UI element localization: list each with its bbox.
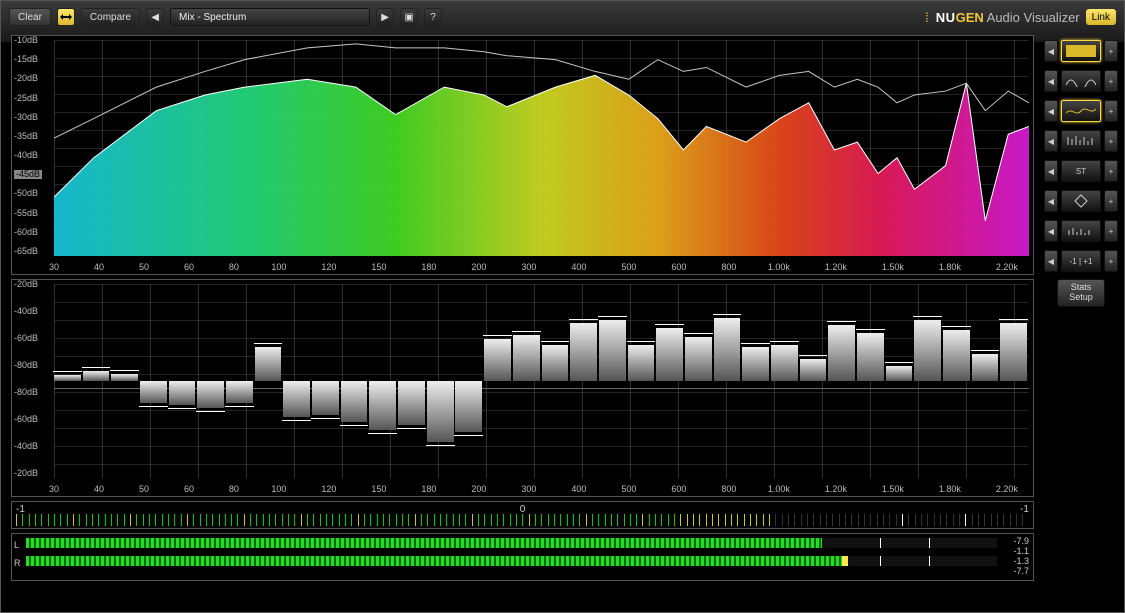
row7-left-button[interactable]: ◀ xyxy=(1044,220,1058,242)
clear-button[interactable]: Clear xyxy=(9,8,51,26)
row7-right-button[interactable]: + xyxy=(1104,220,1118,242)
compare-button[interactable]: Compare xyxy=(81,8,140,26)
meter-r-label: R xyxy=(14,558,21,568)
meter-panel[interactable]: L R -7.9 -1.1 -1.3 -7.7 xyxy=(11,533,1034,581)
play-icon: ▶ xyxy=(381,12,389,23)
view-button[interactable]: ▣ xyxy=(400,8,418,26)
view-row-2: ◀ + xyxy=(1044,69,1118,93)
row7-display[interactable] xyxy=(1061,220,1101,242)
row4-left-button[interactable]: ◀ xyxy=(1044,130,1058,152)
row3-right-button[interactable]: + xyxy=(1104,100,1118,122)
preset-display[interactable]: Mix - Spectrum xyxy=(170,8,370,26)
spectrum-panel[interactable]: -10dB-15dB-20dB-25dB-30dB-35dB-40dB-45dB… xyxy=(11,35,1034,275)
row5-right-button[interactable]: + xyxy=(1104,160,1118,182)
view-row-3: ◀ + xyxy=(1044,99,1118,123)
view-row-5: ◀ ST + xyxy=(1044,159,1118,183)
correlation-scale: -1 0 -1 xyxy=(16,504,1029,514)
correlation-panel[interactable]: -1 0 -1 xyxy=(11,501,1034,529)
preset-prev-button[interactable]: ◀ xyxy=(146,8,164,26)
stats-setup-button[interactable]: Stats Setup xyxy=(1057,279,1105,307)
toolbar: Clear Compare ◀ Mix - Spectrum ▶ ▣ ? ⁞ N… xyxy=(1,1,1124,33)
view-row-6: ◀ + xyxy=(1044,189,1118,213)
meter-l-rms: -1.1 xyxy=(1013,546,1029,556)
help-button[interactable]: ? xyxy=(424,8,442,26)
correlation-ticks xyxy=(16,514,1029,526)
row1-right-button[interactable]: + xyxy=(1104,40,1118,62)
row6-display[interactable] xyxy=(1061,190,1101,212)
view-controls: ◀ + ◀ + ◀ + ◀ + ◀ ST + xyxy=(1044,33,1124,612)
ab-toggle-button[interactable] xyxy=(57,8,75,26)
grid-icon: ▣ xyxy=(404,12,413,23)
spectrum-x-axis: 3040506080100120150180200300400500600800… xyxy=(54,262,1029,272)
row4-right-button[interactable]: + xyxy=(1104,130,1118,152)
link-button[interactable]: Link xyxy=(1086,9,1116,25)
bars-plot xyxy=(54,284,1029,478)
row8-right-button[interactable]: + xyxy=(1104,250,1118,272)
row1-display[interactable] xyxy=(1061,40,1101,62)
meter-l-peak: -7.9 xyxy=(1013,536,1029,546)
view-row-7: ◀ + xyxy=(1044,219,1118,243)
brand-dots-icon: ⁞ xyxy=(925,10,930,25)
row8-display[interactable]: -1 | +1 xyxy=(1061,250,1101,272)
meter-l-label: L xyxy=(14,540,19,550)
meter-l-bar xyxy=(26,538,997,548)
arrows-horizontal-icon xyxy=(59,13,73,21)
row3-left-button[interactable]: ◀ xyxy=(1044,100,1058,122)
row5-display[interactable]: ST xyxy=(1061,160,1101,182)
play-button[interactable]: ▶ xyxy=(376,8,394,26)
row6-right-button[interactable]: + xyxy=(1104,190,1118,212)
spectrum-y-axis: -10dB-15dB-20dB-25dB-30dB-35dB-40dB-45dB… xyxy=(14,36,42,256)
row4-display[interactable] xyxy=(1061,130,1101,152)
bars-y-axis: -20dB-40dB-60dB-80dB-80dB-60dB-40dB-20dB xyxy=(14,280,38,478)
row5-left-button[interactable]: ◀ xyxy=(1044,160,1058,182)
row2-display[interactable] xyxy=(1061,70,1101,92)
row1-left-button[interactable]: ◀ xyxy=(1044,40,1058,62)
bars-panel[interactable]: -20dB-40dB-60dB-80dB-80dB-60dB-40dB-20dB… xyxy=(11,279,1034,497)
row6-left-button[interactable]: ◀ xyxy=(1044,190,1058,212)
app-window: Clear Compare ◀ Mix - Spectrum ▶ ▣ ? ⁞ N… xyxy=(0,0,1125,613)
view-row-4: ◀ + xyxy=(1044,129,1118,153)
spectrum-plot xyxy=(54,40,1029,256)
brand: ⁞ NUGEN Audio Visualizer Link xyxy=(925,9,1116,25)
chevron-left-icon: ◀ xyxy=(151,12,159,23)
meter-r-rms: -7.7 xyxy=(1013,566,1029,576)
row8-left-button[interactable]: ◀ xyxy=(1044,250,1058,272)
view-row-8: ◀ -1 | +1 + xyxy=(1044,249,1118,273)
meter-r-peak: -1.3 xyxy=(1013,556,1029,566)
row2-left-button[interactable]: ◀ xyxy=(1044,70,1058,92)
bars-x-axis: 3040506080100120150180200300400500600800… xyxy=(54,484,1029,494)
row3-display[interactable] xyxy=(1061,100,1101,122)
view-row-1: ◀ + xyxy=(1044,39,1118,63)
row2-right-button[interactable]: + xyxy=(1104,70,1118,92)
meter-r-bar xyxy=(26,556,997,566)
